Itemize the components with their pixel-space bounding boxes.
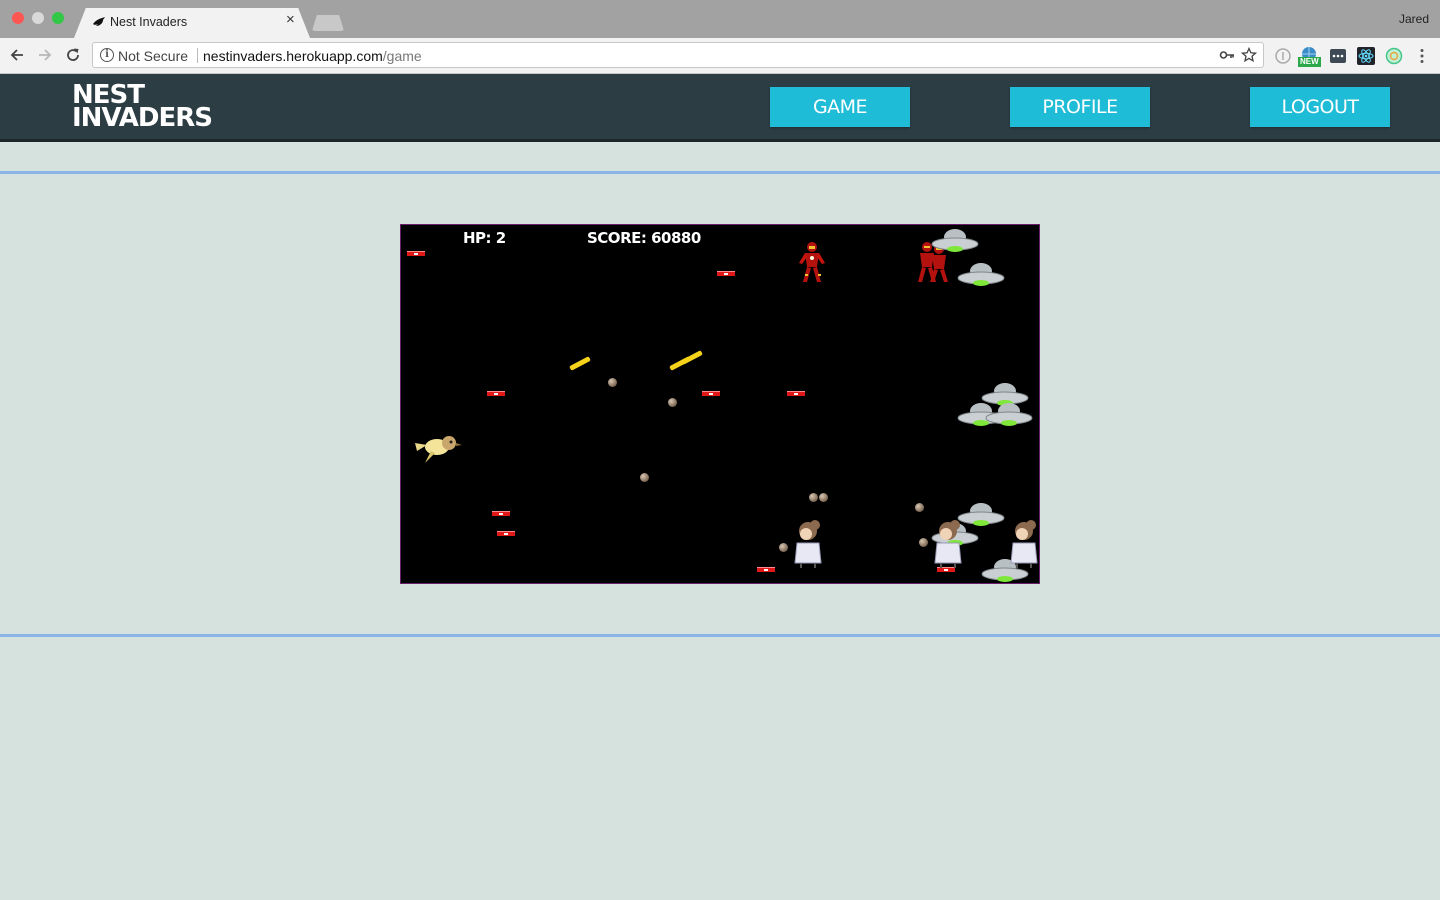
address-bar[interactable]: i Not Secure nestinvaders.herokuapp.com/… xyxy=(92,42,1264,68)
bookmark-star-icon[interactable] xyxy=(1241,47,1257,63)
laser-projectile xyxy=(407,251,425,256)
player-bird-icon xyxy=(415,436,462,463)
twig-projectile xyxy=(569,356,591,371)
browser-menu-icon[interactable] xyxy=(1412,46,1432,66)
ironman-enemy-icon xyxy=(799,242,825,282)
ufo-enemy-icon xyxy=(931,229,979,252)
hp-display: HP: 2 xyxy=(463,229,506,247)
pebble-projectile xyxy=(640,473,649,482)
pebble-projectile xyxy=(668,398,677,407)
twig-projectile xyxy=(681,350,703,365)
maximize-window-button[interactable] xyxy=(52,12,64,24)
laser-projectile xyxy=(787,391,805,396)
key-icon[interactable] xyxy=(1219,47,1235,63)
extension-globe-icon[interactable]: NEW xyxy=(1297,46,1323,67)
scientist-enemy-icon xyxy=(794,520,822,568)
address-divider xyxy=(197,48,198,63)
game-canvas[interactable]: HP: 2 SCORE: 60880 xyxy=(400,224,1040,584)
nav-game-button[interactable]: GAME xyxy=(770,87,910,127)
nav-logout-button[interactable]: LOGOUT xyxy=(1250,87,1390,127)
scientist-enemy-icon xyxy=(1010,520,1038,568)
pebble-projectile xyxy=(919,538,928,547)
nav-profile-button[interactable]: PROFILE xyxy=(1010,87,1150,127)
new-tab-button[interactable] xyxy=(312,15,344,31)
browser-profile-name[interactable]: Jared xyxy=(1399,12,1429,26)
reload-icon xyxy=(67,48,79,61)
extension-swirl-icon[interactable] xyxy=(1384,46,1404,66)
minimize-window-button[interactable] xyxy=(32,12,44,24)
arrow-left-icon xyxy=(10,49,23,61)
pebble-projectile xyxy=(915,503,924,512)
ufo-enemy-icon xyxy=(957,263,1005,286)
extension-dots-icon[interactable] xyxy=(1328,46,1348,66)
laser-projectile xyxy=(497,531,515,536)
scientist-enemy-icon xyxy=(934,520,962,568)
pebble-projectile xyxy=(819,493,828,502)
extension-circle-icon[interactable] xyxy=(1273,46,1293,66)
forward-button[interactable] xyxy=(34,44,56,66)
browser-toolbar: i Not Secure nestinvaders.herokuapp.com/… xyxy=(0,38,1440,74)
pebble-projectile xyxy=(779,543,788,552)
info-icon[interactable]: i xyxy=(100,48,114,62)
close-window-button[interactable] xyxy=(12,12,24,24)
laser-projectile xyxy=(492,511,510,516)
arrow-right-icon xyxy=(39,49,52,61)
url-host: nestinvaders.herokuapp.com xyxy=(203,48,383,64)
tab-title: Nest Invaders xyxy=(110,15,188,29)
pebble-projectile xyxy=(809,493,818,502)
react-devtools-icon[interactable] xyxy=(1356,46,1376,66)
laser-projectile xyxy=(702,391,720,396)
score-display: SCORE: 60880 xyxy=(587,229,701,247)
url-path: /game xyxy=(382,48,422,64)
extension-new-badge: NEW xyxy=(1298,57,1321,67)
ufo-enemy-icon xyxy=(985,403,1033,426)
logo-line-2: INVADERS xyxy=(72,103,213,133)
close-tab-icon[interactable]: × xyxy=(286,11,295,28)
pebble-projectile xyxy=(608,378,617,387)
laser-projectile xyxy=(487,391,505,396)
laser-projectile xyxy=(757,567,775,572)
url-text[interactable]: nestinvaders.herokuapp.com/game xyxy=(203,48,422,64)
security-label[interactable]: Not Secure xyxy=(118,48,188,64)
browser-tab-bar: Nest Invaders × Jared xyxy=(0,0,1440,38)
laser-projectile xyxy=(717,271,735,276)
reload-button[interactable] xyxy=(62,44,84,66)
back-button[interactable] xyxy=(6,44,28,66)
bird-icon xyxy=(93,17,105,26)
site-logo[interactable]: NEST INVADERS xyxy=(72,82,213,133)
site-header: NEST INVADERS GAME PROFILE LOGOUT xyxy=(0,74,1440,142)
